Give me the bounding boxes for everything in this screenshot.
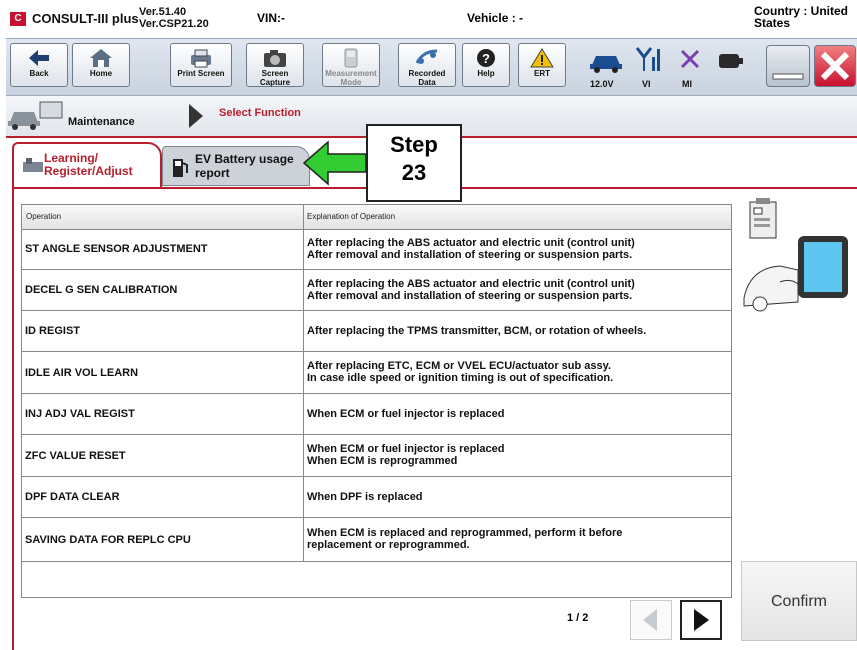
help-icon: ? — [477, 49, 495, 67]
printer-icon — [191, 49, 211, 68]
help-button[interactable]: ? Help — [462, 43, 510, 87]
home-icon — [90, 49, 112, 67]
operation-explanation-1: When ECM or fuel injector is replaced — [307, 408, 505, 420]
ert-button[interactable]: ERT — [518, 43, 566, 87]
operation-name: DECEL G SEN CALIBRATION — [25, 284, 178, 296]
operation-name: IDLE AIR VOL LEARN — [25, 367, 139, 379]
table-row[interactable]: IDLE AIR VOL LEARN After replacing ETC, … — [22, 352, 731, 394]
operation-name: ID REGIST — [25, 325, 81, 337]
prev-arrow-icon — [643, 609, 657, 631]
close-button[interactable] — [814, 45, 856, 87]
tab-ev-battery-usage-report[interactable]: EV Battery usage report — [162, 146, 310, 186]
version-line-2: Ver.CSP21.20 — [139, 18, 209, 30]
table-row[interactable]: ID REGIST After replacing the TPMS trans… — [22, 311, 731, 352]
minimize-button[interactable] — [766, 45, 810, 87]
fuel-pump-icon — [173, 159, 188, 177]
confirm-button[interactable]: Confirm — [741, 561, 857, 641]
table-header: Operation Explanation of Operation — [22, 205, 731, 230]
tab-learning-register-adjust[interactable]: Learning/ Register/Adjust — [12, 142, 162, 188]
toolbar: Back Home Print Screen Screen Capture Me… — [6, 38, 857, 96]
operation-explanation-1: When ECM is replaced and reprogrammed, p… — [307, 527, 623, 539]
tools-icon — [23, 158, 43, 172]
vi-signal-icon — [635, 47, 660, 71]
consult-window: C CONSULT-III plus Ver.51.40 Ver.CSP21.2… — [0, 0, 857, 650]
operation-explanation-2: When ECM is reprogrammed — [307, 455, 458, 467]
battery-status-icon — [719, 54, 743, 68]
consult-device-illustration — [743, 198, 848, 312]
warning-icon — [530, 48, 554, 68]
operation-explanation-1: After replacing the TPMS transmitter, BC… — [307, 325, 647, 337]
app-name: CONSULT-III plus — [32, 11, 139, 26]
page-indicator: 1 / 2 — [567, 612, 589, 624]
country-label: Country : United States — [754, 5, 848, 29]
measurement-mode-button[interactable]: Measurement Mode — [322, 43, 380, 87]
prev-page-button[interactable] — [630, 600, 672, 640]
recorded-data-icon — [415, 49, 438, 64]
back-arrow-icon — [29, 50, 49, 66]
breadcrumb-maintenance[interactable]: Maintenance — [68, 116, 135, 128]
table-row[interactable]: ZFC VALUE RESET When ECM or fuel injecto… — [22, 435, 731, 477]
next-page-button[interactable] — [680, 600, 722, 640]
home-button[interactable]: Home — [72, 43, 130, 87]
print-screen-button[interactable]: Print Screen — [170, 43, 232, 87]
table-row[interactable]: DECEL G SEN CALIBRATION After replacing … — [22, 270, 731, 311]
operation-explanation-1: When DPF is replaced — [307, 491, 423, 503]
voltage-readout: 12.0V — [590, 79, 614, 89]
operation-explanation-1: When ECM or fuel injector is replaced — [307, 443, 505, 455]
vin-label: VIN:- — [257, 11, 285, 25]
callout-arrow-icon — [302, 140, 367, 186]
operation-name: ST ANGLE SENSOR ADJUSTMENT — [25, 243, 208, 255]
table-row[interactable]: SAVING DATA FOR REPLC CPU When ECM is re… — [22, 518, 731, 562]
vi-label: VI — [642, 79, 651, 89]
vehicle-label: Vehicle : - — [467, 11, 524, 25]
mi-label: MI — [682, 79, 692, 89]
operation-name: DPF DATA CLEAR — [25, 491, 120, 503]
back-button[interactable]: Back — [10, 43, 68, 87]
operation-explanation-1: After replacing the ABS actuator and ele… — [307, 278, 635, 290]
minimize-icon — [772, 73, 804, 80]
table-row[interactable]: INJ ADJ VAL REGIST When ECM or fuel inje… — [22, 394, 731, 435]
content-left-border — [12, 187, 14, 650]
measurement-icon — [344, 48, 358, 68]
screen-capture-button[interactable]: Screen Capture — [246, 43, 304, 87]
breadcrumb-arrow-icon — [189, 104, 203, 128]
operation-explanation-2: After removal and installation of steeri… — [307, 249, 633, 261]
tab2-line-2: report — [195, 166, 230, 180]
operation-explanation-1: After replacing the ABS actuator and ele… — [307, 237, 635, 249]
step-number: 23 — [401, 160, 427, 185]
country-line-2: States — [754, 16, 791, 30]
operation-explanation-2: In case idle speed or ignition timing is… — [307, 372, 614, 384]
col-operation-header: Operation — [26, 212, 62, 221]
breadcrumb-select-function: Select Function — [219, 107, 301, 119]
operation-explanation-2: replacement or reprogrammed. — [307, 539, 470, 551]
vehicle-connection-icon — [590, 56, 622, 73]
next-arrow-icon — [694, 609, 709, 631]
consult-logo: C — [10, 12, 26, 26]
step-callout: Step 23 — [366, 124, 462, 202]
step-label: Step — [390, 132, 438, 157]
maintenance-icon — [8, 101, 63, 130]
camera-icon — [264, 50, 286, 67]
recorded-data-button[interactable]: Recorded Data — [398, 43, 456, 87]
operation-explanation-1: After replacing ETC, ECM or VVEL ECU/act… — [307, 360, 611, 372]
operation-explanation-2: After removal and installation of steeri… — [307, 290, 633, 302]
tab2-line-1: EV Battery usage — [195, 152, 294, 166]
mi-disconnected-icon — [680, 49, 700, 69]
col-explanation-header: Explanation of Operation — [307, 212, 396, 221]
table-row[interactable]: DPF DATA CLEAR When DPF is replaced — [22, 477, 731, 518]
operation-table: Operation Explanation of Operation ST AN… — [21, 204, 732, 598]
svg-text:?: ? — [482, 51, 490, 66]
table-row[interactable]: ST ANGLE SENSOR ADJUSTMENT After replaci… — [22, 230, 731, 270]
operation-name: SAVING DATA FOR REPLC CPU — [25, 534, 191, 546]
operation-name: INJ ADJ VAL REGIST — [25, 408, 135, 420]
version-line-1: Ver.51.40 — [139, 6, 187, 18]
close-icon — [820, 51, 850, 81]
tab1-line-2: Register/Adjust — [44, 164, 133, 178]
version-info: Ver.51.40 Ver.CSP21.20 — [139, 6, 209, 30]
operation-name: ZFC VALUE RESET — [25, 450, 126, 462]
